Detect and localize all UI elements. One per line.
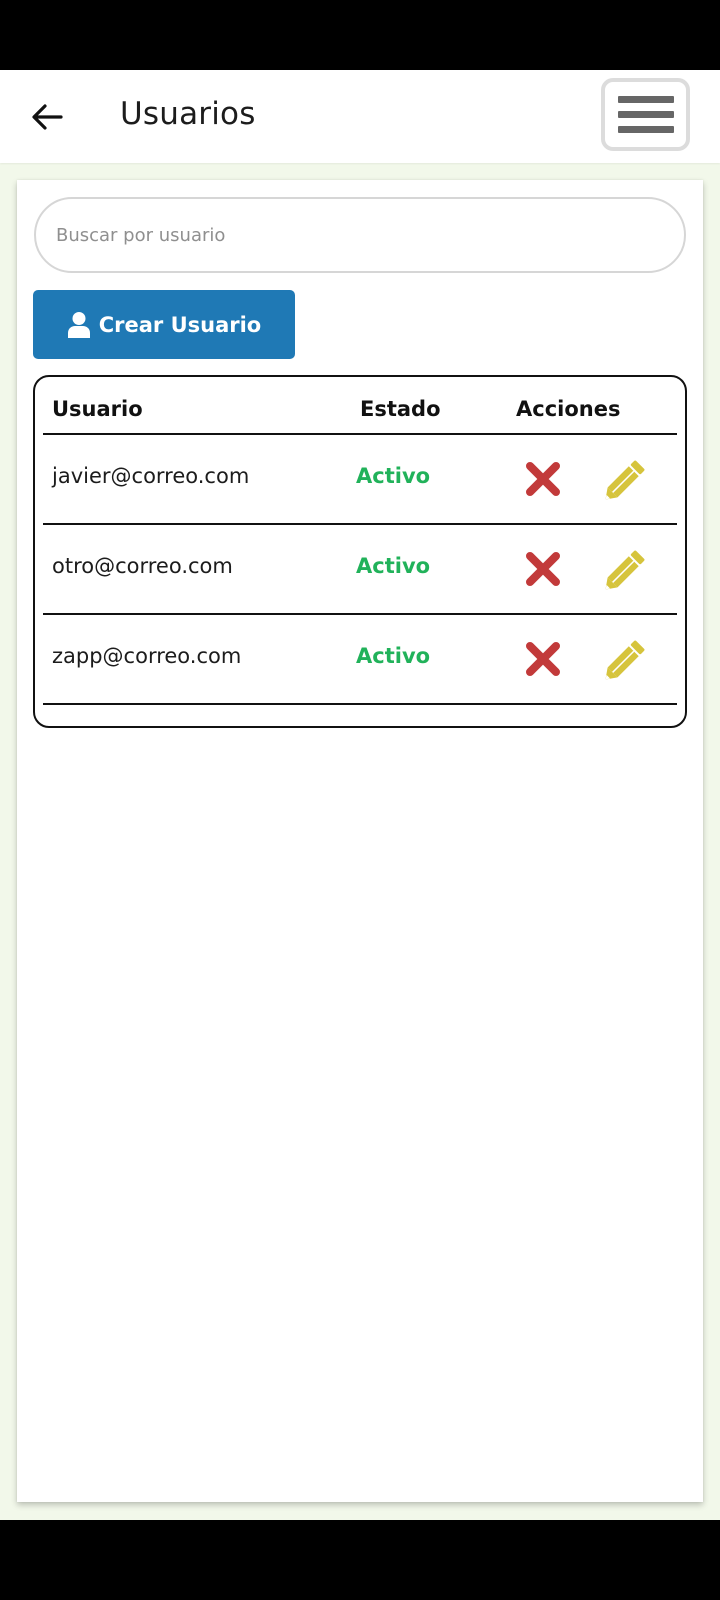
system-navigation-bar [0,1520,720,1600]
hamburger-menu-icon [617,96,674,103]
column-header-state: Estado [360,397,441,421]
table-row: javier@correo.com Activo [43,435,677,525]
column-header-actions: Acciones [516,397,621,421]
row-divider [43,703,677,705]
table-row: otro@correo.com Activo [43,525,677,615]
user-icon [67,311,90,338]
search-input[interactable] [34,197,686,273]
menu-button[interactable] [601,78,690,151]
app-bar: Usuarios [0,70,720,163]
back-button[interactable] [22,92,72,142]
create-user-button[interactable]: Crear Usuario [33,290,295,359]
delete-x-icon[interactable] [525,551,561,587]
arrow-left-icon [32,104,63,130]
delete-x-icon[interactable] [525,641,561,677]
user-email: zapp@correo.com [52,644,242,668]
column-header-user: Usuario [52,397,143,421]
users-table: Usuario Estado Acciones javier@correo.co… [33,375,687,728]
status-badge: Activo [356,554,431,578]
create-user-label: Crear Usuario [98,312,262,337]
edit-pencil-icon[interactable] [603,637,649,681]
user-email: otro@correo.com [52,554,233,578]
status-bar [0,0,720,70]
table-row: zapp@correo.com Activo [43,615,677,705]
user-email: javier@correo.com [52,464,250,488]
status-badge: Activo [356,464,431,488]
hamburger-menu-icon-bar [617,126,674,133]
content-card: Crear Usuario Usuario Estado Acciones ja… [17,180,703,1502]
hamburger-menu-icon-bar [617,111,674,118]
status-badge: Activo [356,644,431,668]
page-title: Usuarios [120,96,256,132]
edit-pencil-icon[interactable] [603,547,649,591]
edit-pencil-icon[interactable] [603,457,649,501]
delete-x-icon[interactable] [525,461,561,497]
